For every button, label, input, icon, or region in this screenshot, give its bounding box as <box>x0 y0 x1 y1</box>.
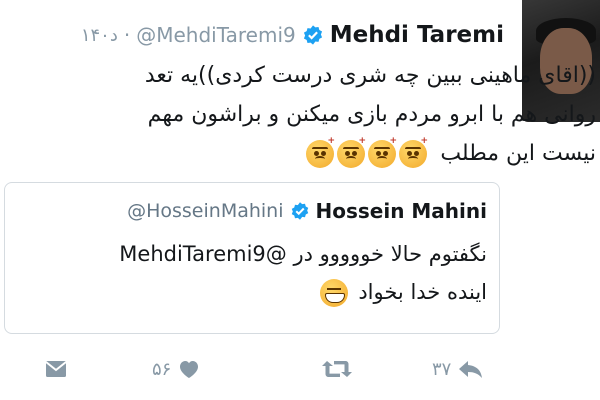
tweet-time[interactable]: ۱۴۰د <box>81 25 118 46</box>
angry-emoji-icon: + <box>368 136 397 168</box>
quoted-line: اینده خدا بخواد <box>17 273 487 311</box>
reply-icon <box>459 361 483 378</box>
quoted-line2-text: اینده خدا بخواد <box>358 280 487 304</box>
emoji-group: + + + + <box>306 136 428 168</box>
like-icon <box>180 361 199 378</box>
quoted-body: نگفتوم حالا خووووو در @MehdiTaremi9 ایند… <box>17 235 487 311</box>
tweet-line: روانی هم با ابرو مردم بازی میکنن و براشو… <box>147 102 596 127</box>
retweet-icon <box>322 361 352 377</box>
grin-emoji-icon <box>319 279 348 307</box>
quoted-mention: @MehdiTaremi9 <box>119 242 287 266</box>
direct-message-button[interactable] <box>44 358 68 380</box>
angry-emoji-icon: + <box>399 136 428 168</box>
retweet-button[interactable] <box>320 358 354 380</box>
quoted-author-name: Hossein Mahini <box>315 199 488 223</box>
reply-count: ۳۷ <box>432 358 452 380</box>
tweet-header: ۱۴۰د · @MehdiTaremi9 Mehdi Taremi <box>81 20 504 50</box>
tweet-line: ((اقای ماهینی ببین چه شری درست کردی))یه … <box>144 63 596 88</box>
like-button[interactable]: ۵۶ <box>152 358 201 380</box>
verified-badge-icon <box>303 25 322 45</box>
quoted-line: نگفتوم حالا خووووو در @MehdiTaremi9 <box>17 235 487 273</box>
angry-emoji-icon: + <box>337 136 366 168</box>
quoted-handle: @HosseinMahini <box>127 200 284 222</box>
quoted-tweet-card[interactable]: @HosseinMahini Hossein Mahini نگفتوم حال… <box>4 182 500 334</box>
author-handle[interactable]: @MehdiTaremi9 <box>136 23 296 47</box>
tweet-line-last: نیست این مطلب + + + + <box>36 134 596 173</box>
tweet-line-text: نیست این مطلب <box>440 141 596 166</box>
time-separator: · <box>123 23 131 47</box>
tweet-actions-bar: ۵۶ ۳۷ <box>0 354 600 390</box>
quoted-line1-text: نگفتوم حالا خووووو در <box>293 242 487 266</box>
verified-badge-icon <box>291 202 308 220</box>
tweet-body: ((اقای ماهینی ببین چه شری درست کردی))یه … <box>36 56 596 173</box>
like-count: ۵۶ <box>152 358 172 380</box>
angry-emoji-icon: + <box>306 136 335 168</box>
quoted-header: @HosseinMahini Hossein Mahini <box>127 199 487 223</box>
direct-message-icon <box>45 361 67 377</box>
author-name[interactable]: Mehdi Taremi <box>330 22 504 48</box>
reply-button[interactable]: ۳۷ <box>432 358 485 380</box>
